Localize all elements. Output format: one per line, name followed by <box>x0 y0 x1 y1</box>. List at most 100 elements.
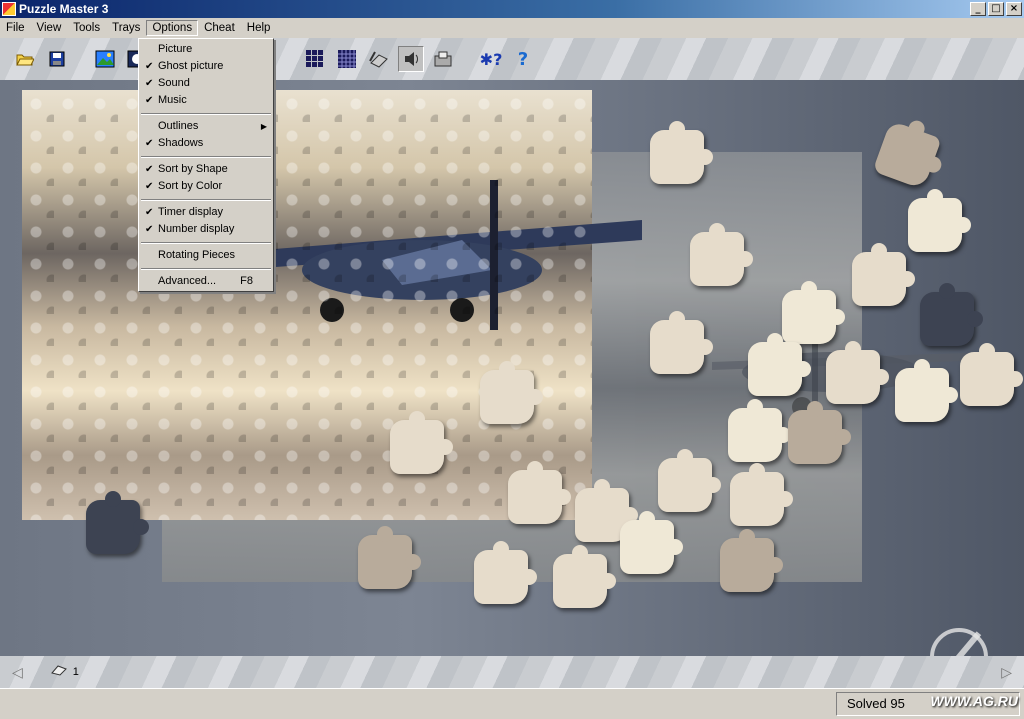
menu-separator <box>139 109 273 118</box>
puzzle-piece[interactable] <box>782 281 845 344</box>
puzzle-piece[interactable] <box>480 361 543 424</box>
check-icon: ✔ <box>145 207 154 218</box>
menu-item-timer-display[interactable]: ✔ Timer display <box>139 204 273 221</box>
menu-item-picture[interactable]: Picture <box>139 41 273 58</box>
menu-separator <box>139 195 273 204</box>
menu-cheat[interactable]: Cheat <box>198 20 241 36</box>
check-icon: ✔ <box>145 181 154 192</box>
puzzle-piece[interactable] <box>895 359 958 422</box>
puzzle-piece[interactable] <box>728 399 791 462</box>
close-button[interactable]: × <box>1006 2 1022 16</box>
menu-item-label: Rotating Pieces <box>158 249 236 261</box>
minimize-button[interactable]: _ <box>970 2 986 16</box>
puzzle-piece[interactable] <box>553 545 616 608</box>
menu-item-label: Shadows <box>158 137 204 149</box>
menu-item-outlines[interactable]: Outlines ▶ <box>139 118 273 135</box>
menu-item-shadows[interactable]: ✔ Shadows <box>139 135 273 152</box>
site-watermark-text: WWW.AG.RU <box>930 693 1018 709</box>
menu-item-ghost-picture[interactable]: ✔ Ghost picture <box>139 58 273 75</box>
tray-bar: ◁ 1 ▷ <box>0 656 1024 688</box>
assembled-puzzle[interactable] <box>22 90 642 520</box>
picture-icon[interactable] <box>92 46 118 72</box>
tray-scroll-right-icon[interactable]: ▷ <box>1001 664 1012 681</box>
menu-separator <box>139 264 273 273</box>
menu-help[interactable]: Help <box>241 20 277 36</box>
puzzle-piece[interactable] <box>650 121 713 184</box>
menu-separator <box>139 152 273 161</box>
open-icon[interactable] <box>12 46 38 72</box>
menu-file[interactable]: File <box>0 20 31 36</box>
save-icon[interactable] <box>44 46 70 72</box>
puzzle-piece[interactable] <box>920 283 983 346</box>
menu-item-label: Advanced... <box>158 275 217 287</box>
check-icon: ✔ <box>145 138 154 149</box>
puzzle-piece[interactable] <box>960 343 1023 406</box>
puzzle-piece[interactable] <box>474 541 537 604</box>
help-icon[interactable]: ? <box>510 46 536 72</box>
puzzle-piece[interactable] <box>658 449 721 512</box>
menu-item-label: Picture <box>158 43 193 55</box>
menu-item-sort-by-shape[interactable]: ✔ Sort by Shape <box>139 161 273 178</box>
menu-item-label: Sound <box>158 77 190 89</box>
menu-item-number-display[interactable]: ✔ Number display <box>139 221 273 238</box>
scan-icon[interactable] <box>366 46 392 72</box>
puzzle-piece[interactable] <box>650 311 713 374</box>
puzzle-piece[interactable] <box>788 401 851 464</box>
tray-number: 1 <box>72 666 79 678</box>
tray-eraser-icon[interactable] <box>50 664 67 680</box>
shortcut-label: F8 <box>240 275 253 287</box>
puzzle-piece[interactable] <box>508 461 571 524</box>
menu-view[interactable]: View <box>31 20 68 36</box>
puzzle-piece[interactable] <box>86 491 149 554</box>
status-bar: Solved 95 WWW.AG.RU <box>0 688 1024 719</box>
check-icon: ✔ <box>145 224 154 235</box>
menu-item-sound[interactable]: ✔ Sound <box>139 75 273 92</box>
maximize-button[interactable]: □ <box>988 2 1004 16</box>
puzzle-piece[interactable] <box>748 333 811 396</box>
grid-icon[interactable] <box>302 46 328 72</box>
menu-item-label: Music <box>158 94 187 106</box>
menu-item-advanced[interactable]: Advanced... F8 <box>139 273 273 290</box>
window-title: Puzzle Master 3 <box>19 2 109 16</box>
puzzle-piece[interactable] <box>852 243 915 306</box>
tray-icon[interactable] <box>430 46 456 72</box>
puzzle-piece[interactable] <box>872 120 942 190</box>
menu-item-label: Sort by Shape <box>158 163 228 175</box>
airplane-image <box>262 180 642 330</box>
puzzle-piece[interactable] <box>730 463 793 526</box>
menu-item-label: Ghost picture <box>158 60 224 72</box>
puzzle-piece[interactable] <box>358 526 421 589</box>
menu-item-music[interactable]: ✔ Music <box>139 92 273 109</box>
check-icon: ✔ <box>145 78 154 89</box>
puzzle-piece[interactable] <box>620 511 683 574</box>
site-logo-watermark <box>930 628 988 656</box>
menu-separator <box>139 238 273 247</box>
status-solved-text: Solved 95 <box>847 696 905 711</box>
menu-item-label: Outlines <box>158 120 199 132</box>
options-dropdown-menu: Picture ✔ Ghost picture ✔ Sound ✔ Music Out… <box>138 38 274 292</box>
submenu-arrow-icon: ▶ <box>260 122 267 131</box>
menu-trays[interactable]: Trays <box>106 20 146 36</box>
menu-options[interactable]: Options <box>146 20 199 36</box>
help-context-icon[interactable]: ✱? <box>478 46 504 72</box>
menu-item-label: Sort by Color <box>158 180 223 192</box>
menu-tools[interactable]: Tools <box>67 20 106 36</box>
menu-item-label: Number display <box>158 223 235 235</box>
title-bar: Puzzle Master 3 _ □ × <box>0 0 1024 18</box>
menu-item-sort-by-color[interactable]: ✔ Sort by Color <box>139 178 273 195</box>
grid-fine-icon[interactable] <box>334 46 360 72</box>
check-icon: ✔ <box>145 164 154 175</box>
puzzle-piece[interactable] <box>690 223 753 286</box>
puzzle-piece[interactable] <box>390 411 453 474</box>
menu-bar: File View Tools Trays Options Cheat Help <box>0 18 1024 38</box>
tray-scroll-left-icon[interactable]: ◁ <box>12 664 23 681</box>
puzzle-piece[interactable] <box>908 189 971 252</box>
puzzle-piece[interactable] <box>720 529 783 592</box>
check-icon: ✔ <box>145 61 154 72</box>
menu-item-rotating-pieces[interactable]: Rotating Pieces <box>139 247 273 264</box>
puzzle-piece[interactable] <box>826 341 889 404</box>
sound-icon[interactable] <box>398 46 424 72</box>
menu-item-label: Timer display <box>158 206 223 218</box>
app-icon <box>2 2 16 16</box>
check-icon: ✔ <box>145 95 154 106</box>
